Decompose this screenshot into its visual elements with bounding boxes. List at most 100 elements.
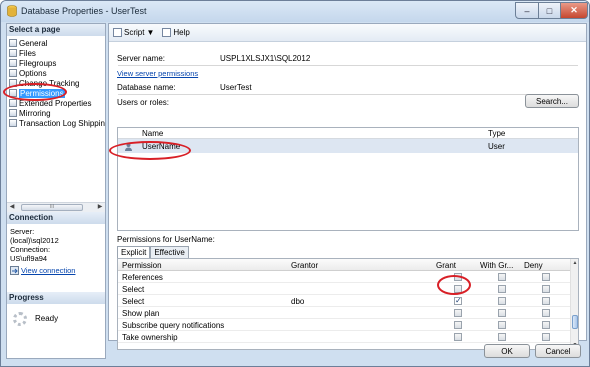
- ok-button[interactable]: OK: [484, 344, 530, 358]
- maximize-icon: □: [546, 5, 553, 16]
- page-icon: [9, 109, 17, 117]
- table-row[interactable]: References: [118, 271, 570, 283]
- sidebar-item-general[interactable]: General: [9, 38, 47, 48]
- script-label: Script: [124, 28, 145, 37]
- script-button[interactable]: Script ▼: [113, 28, 154, 37]
- grant-checkbox[interactable]: [454, 309, 462, 317]
- sidebar-item-transaction-log-shipping[interactable]: Transaction Log Shipping: [9, 118, 105, 128]
- sidebar-item-label: Files: [19, 48, 36, 58]
- with-grant-checkbox[interactable]: [498, 309, 506, 317]
- minimize-icon: –: [524, 5, 530, 16]
- database-icon: [7, 5, 17, 17]
- table-row[interactable]: Show plan: [118, 307, 570, 319]
- progress-section: Progress Ready: [7, 292, 105, 358]
- deny-column-header[interactable]: Deny: [524, 261, 543, 270]
- user-type-cell: User: [488, 142, 505, 151]
- permissions-for-label: Permissions for UserName:: [117, 235, 215, 244]
- deny-checkbox[interactable]: [542, 273, 550, 281]
- database-properties-window: Database Properties - UserTest – □ ✕ Sel…: [0, 0, 590, 367]
- permissions-scrollbar[interactable]: ▲ ▼: [570, 259, 578, 349]
- permission-column-header[interactable]: Permission: [122, 261, 162, 270]
- window-title: Database Properties - UserTest: [21, 6, 147, 16]
- progress-header: Progress: [7, 292, 105, 304]
- server-name-label: Server name:: [117, 54, 166, 63]
- sidebar-item-label: Options: [19, 68, 47, 78]
- search-button[interactable]: Search...: [525, 94, 579, 108]
- table-row[interactable]: Select dbo: [118, 295, 570, 307]
- tab-effective[interactable]: Effective: [150, 246, 189, 258]
- script-icon: [113, 28, 122, 37]
- sidebar-item-mirroring[interactable]: Mirroring: [9, 108, 51, 118]
- connection-value: US\ufl9a94: [10, 254, 48, 263]
- users-or-roles-label: Users or roles:: [117, 98, 170, 107]
- scroll-right-icon[interactable]: ▶: [95, 203, 105, 212]
- select-page-header: Select a page: [7, 24, 105, 36]
- with-grant-checkbox[interactable]: [498, 285, 506, 293]
- server-name-value: USPL1XLSJX1\SQL2012: [220, 54, 311, 63]
- sidebar-item-files[interactable]: Files: [9, 48, 36, 58]
- left-pane: Select a page General Files Filegroups Opti…: [6, 23, 106, 359]
- with-grant-checkbox[interactable]: [498, 321, 506, 329]
- scroll-up-icon[interactable]: ▲: [571, 259, 578, 267]
- page-icon: [9, 99, 17, 107]
- deny-checkbox[interactable]: [542, 333, 550, 341]
- permission-cell: Subscribe query notifications: [122, 321, 225, 330]
- view-connection-icon: [10, 266, 19, 275]
- help-label: Help: [173, 28, 190, 37]
- maximize-button[interactable]: □: [538, 2, 561, 19]
- table-row[interactable]: Select: [118, 283, 570, 295]
- grant-column-header[interactable]: Grant: [436, 261, 456, 270]
- page-icon: [9, 69, 17, 77]
- with-grant-checkbox[interactable]: [498, 297, 506, 305]
- deny-checkbox[interactable]: [542, 285, 550, 293]
- scroll-left-icon[interactable]: ◀: [7, 203, 17, 212]
- view-connection-link[interactable]: View connection: [21, 266, 75, 275]
- deny-checkbox[interactable]: [542, 297, 550, 305]
- with-grant-column-header[interactable]: With Gr...: [480, 261, 513, 270]
- users-grid-header: Name Type: [118, 128, 578, 139]
- minimize-button[interactable]: –: [515, 2, 539, 19]
- table-row[interactable]: Subscribe query notifications: [118, 319, 570, 331]
- permission-cell: Select: [122, 297, 145, 306]
- grant-checkbox[interactable]: [454, 333, 462, 341]
- with-grant-checkbox[interactable]: [498, 273, 506, 281]
- page-icon: [9, 39, 17, 47]
- page-list-scrollbar[interactable]: ◀ III ▶: [7, 202, 105, 212]
- sidebar-item-filegroups[interactable]: Filegroups: [9, 58, 56, 68]
- server-label: Server:: [10, 227, 35, 236]
- deny-checkbox[interactable]: [542, 309, 550, 317]
- permission-cell: Take ownership: [122, 333, 178, 342]
- sidebar-item-label: General: [19, 38, 48, 48]
- sidebar-item-options[interactable]: Options: [9, 68, 47, 78]
- grantor-cell: dbo: [291, 297, 305, 306]
- right-pane: Script ▼ Help Server name: USPL1XLSJX1\S…: [108, 23, 587, 350]
- type-column-header[interactable]: Type: [488, 129, 505, 138]
- highlight-ring: [109, 141, 191, 160]
- table-row[interactable]: Take ownership: [118, 331, 570, 343]
- database-name-label: Database name:: [117, 83, 176, 92]
- with-grant-checkbox[interactable]: [498, 333, 506, 341]
- grant-checkbox[interactable]: [454, 296, 462, 305]
- tab-explicit[interactable]: Explicit: [117, 246, 151, 258]
- help-button[interactable]: Help: [162, 28, 190, 37]
- name-column-header[interactable]: Name: [142, 129, 163, 138]
- connection-section: Connection Server: (local)\sql2012 Conne…: [7, 212, 105, 292]
- grant-checkbox[interactable]: [454, 321, 462, 329]
- sidebar-item-label: Transaction Log Shipping: [19, 118, 105, 128]
- scrollbar-thumb[interactable]: III: [21, 204, 83, 211]
- close-button[interactable]: ✕: [560, 2, 588, 19]
- highlight-ring: [3, 83, 67, 101]
- help-icon: [162, 28, 172, 37]
- cancel-button[interactable]: Cancel: [535, 344, 581, 358]
- deny-checkbox[interactable]: [542, 321, 550, 329]
- page-list: General Files Filegroups Options Change Trac…: [7, 36, 105, 208]
- title-bar[interactable]: Database Properties - UserTest – □ ✕: [1, 1, 589, 22]
- permission-tabs: Explicit Effective: [117, 246, 189, 258]
- users-grid: Name Type UserName User: [117, 127, 579, 231]
- scrollbar-thumb[interactable]: [572, 315, 578, 329]
- close-icon: ✕: [570, 5, 578, 15]
- view-server-permissions-link[interactable]: View server permissions: [117, 69, 198, 78]
- grantor-column-header[interactable]: Grantor: [291, 261, 318, 270]
- connection-header: Connection: [7, 212, 105, 224]
- permission-cell: Show plan: [122, 309, 160, 318]
